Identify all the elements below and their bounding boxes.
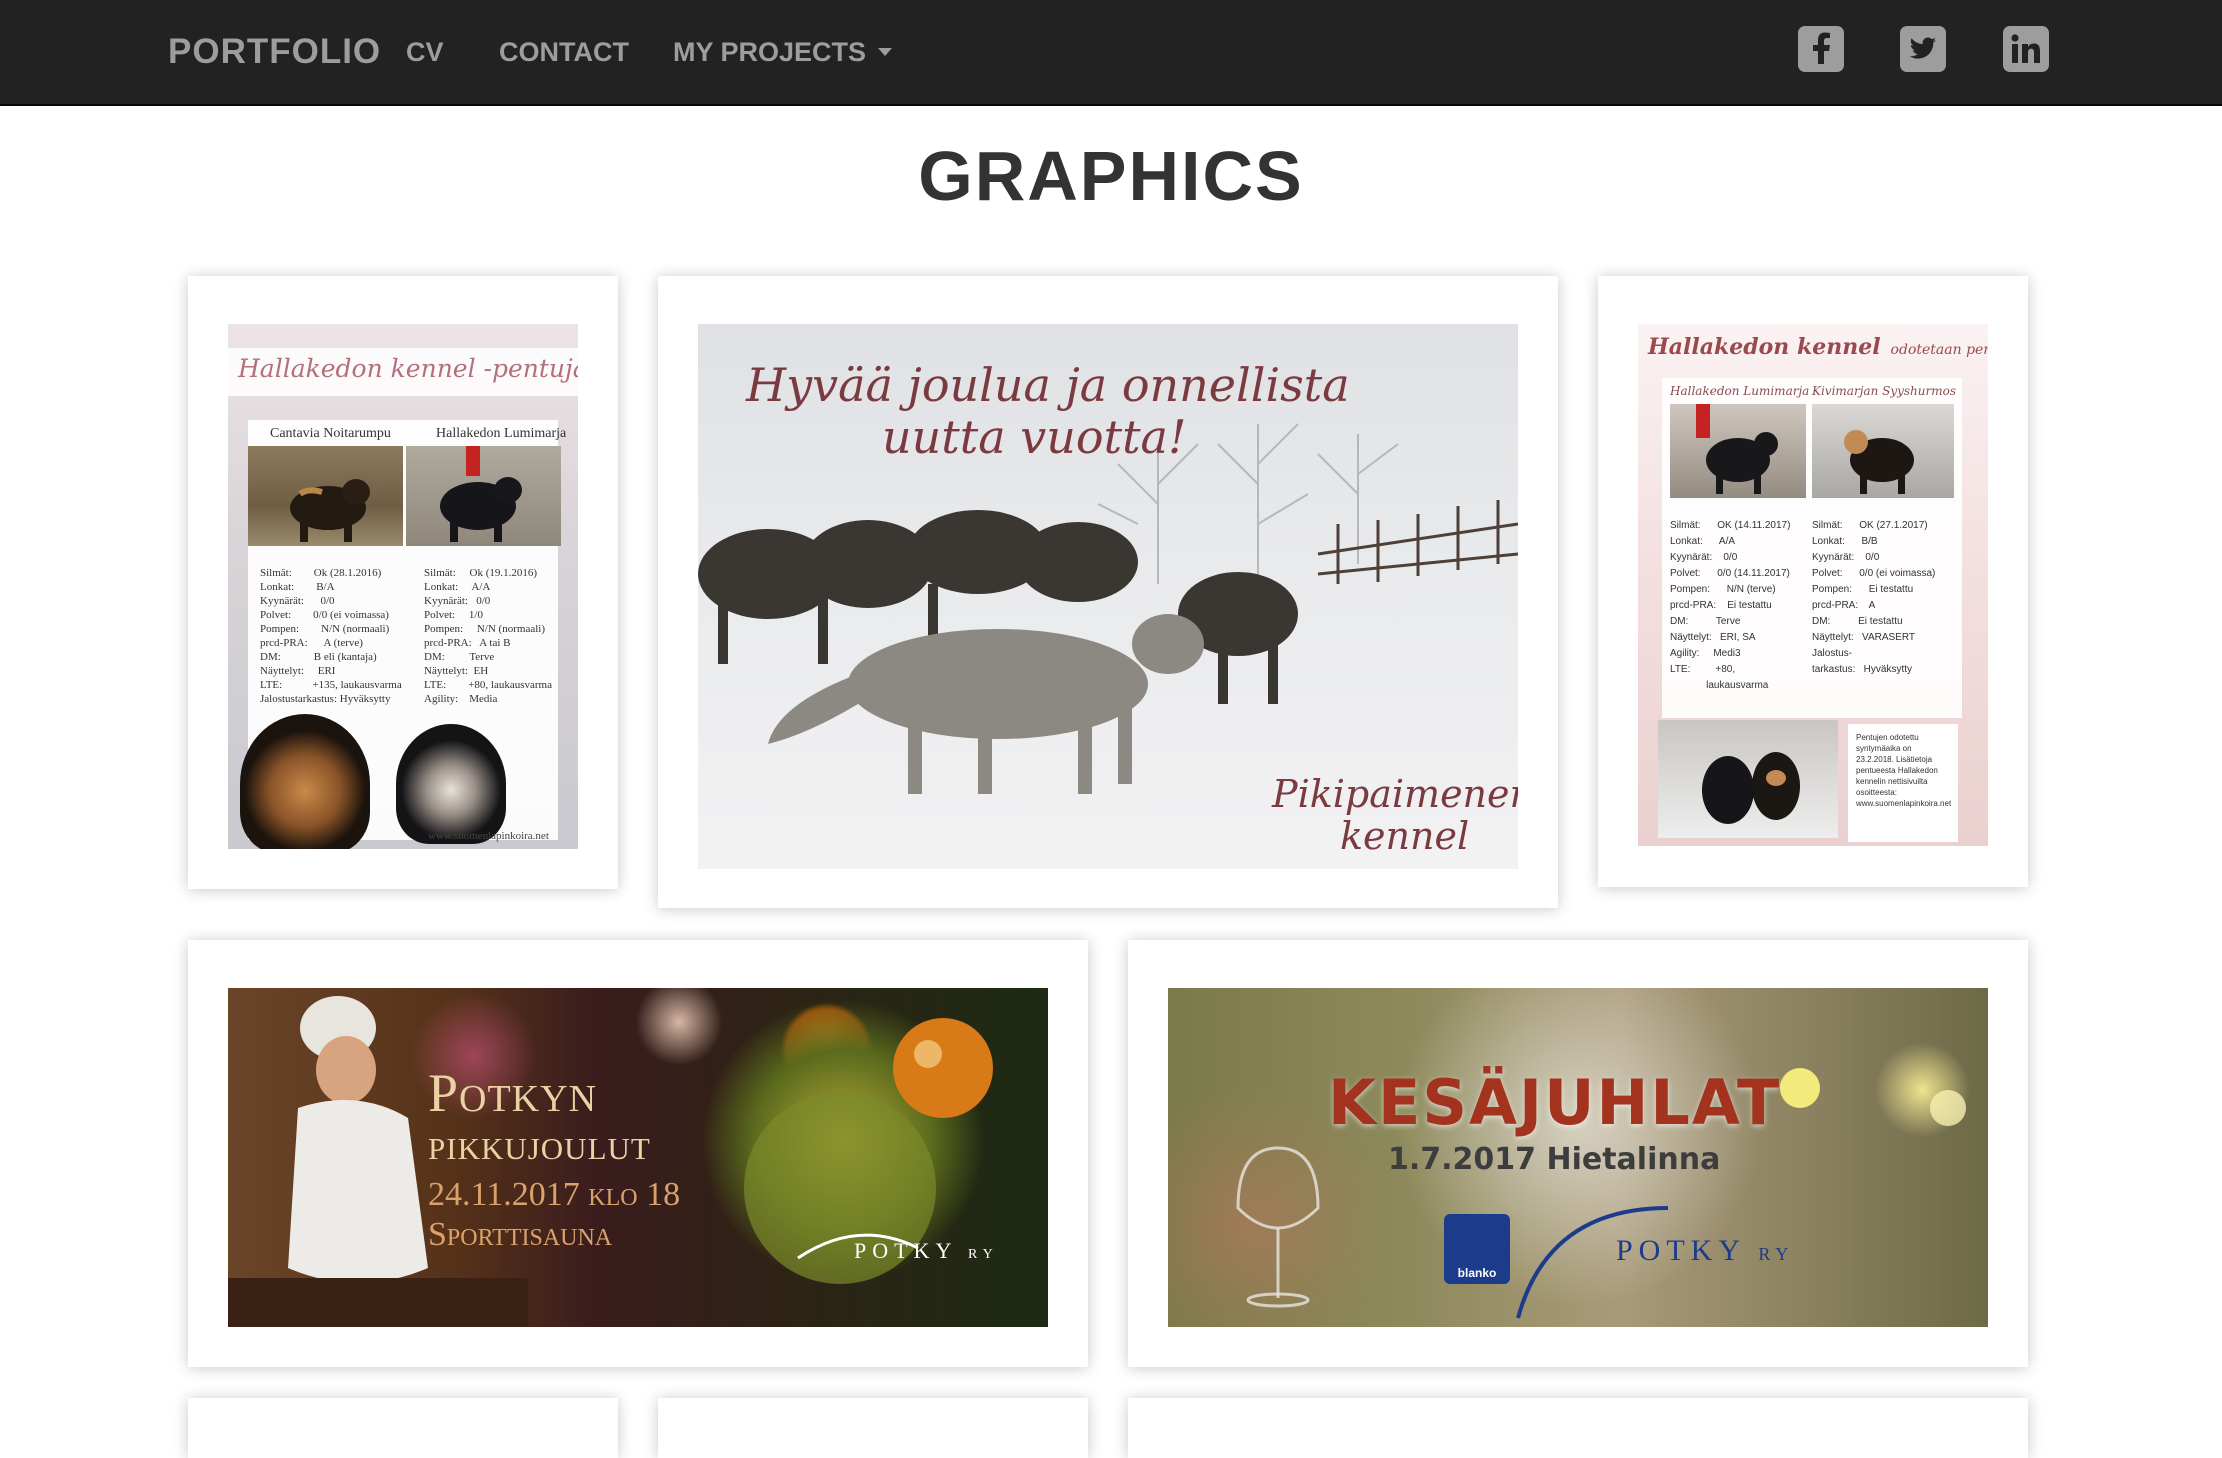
kennel-poster-image: Hallakedon kennel -pentuja suunnitteilla…	[228, 324, 578, 849]
poster-footer-url: www.suomenlapinkoira.net	[428, 830, 549, 842]
kesajuhlat-title: KESÄJUHLAT	[1328, 1066, 1782, 1139]
nav-link-my-projects-label: MY PROJECTS	[673, 37, 867, 67]
page-title: GRAPHICS	[918, 137, 1304, 215]
dog-photo-right	[406, 446, 561, 546]
litter-photo-bottom	[1658, 720, 1838, 838]
dog-info-right: Silmät: Ok (19.1.2016) Lonkat: A/A Kyynä…	[424, 567, 552, 705]
litter-photo-left	[1670, 404, 1806, 498]
gallery-card-kennel-poster[interactable]: Hallakedon kennel -pentuja suunnitteilla…	[188, 276, 618, 889]
dog-info-left: Silmät: Ok (28.1.2016) Lonkat: B/A Kyynä…	[260, 567, 402, 705]
litter-info-panel: Hallakedon Lumimarja Kivimarjan Syyshurm…	[1662, 378, 1962, 718]
dog-portrait-right	[396, 724, 506, 844]
christmas-signature-line1: Pikipaimenen	[1272, 772, 1518, 816]
potky-logo-name-2: POTKY	[1616, 1234, 1745, 1267]
gallery-card-next-1[interactable]	[188, 1398, 618, 1458]
litter-poster-subtitle: odotetaan pentuja	[1890, 342, 1988, 358]
gallery-card-pikkujoulut[interactable]: Potkyn pikkujoulut 24.11.2017 klo 18 Spo…	[188, 940, 1088, 1367]
pikkujoulut-place: Sporttisauna	[428, 1216, 613, 1253]
litter-dog-name-right: Kivimarjan Syyshurmos	[1812, 384, 1956, 398]
litter-poster-title: Hallakedon kennel	[1648, 334, 1881, 360]
christmas-greeting-line1: Hyvää joulua ja onnellista	[746, 358, 1350, 412]
christmas-greeting-line2: uutta vuotta!	[882, 410, 1187, 464]
pikkujoulut-banner-image: Potkyn pikkujoulut 24.11.2017 klo 18 Spo…	[228, 988, 1048, 1327]
blanko-logo: blanko	[1444, 1214, 1510, 1284]
top-navbar: PORTFOLIO CV CONTACT MY PROJECTS	[0, 0, 2222, 106]
litter-photo-right	[1812, 404, 1954, 498]
pikkujoulut-title-line1: Potkyn	[428, 1063, 598, 1123]
dog-photo-left	[248, 446, 403, 546]
gallery-card-kesajuhlat[interactable]: KESÄJUHLAT 1.7.2017 Hietalinna blanko PO…	[1128, 940, 2028, 1367]
poster-header: Hallakedon kennel -pentuja suunnitteilla	[228, 348, 578, 396]
pikkujoulut-title-line2: pikkujoulut	[428, 1120, 651, 1169]
gallery-card-next-2[interactable]	[658, 1398, 1088, 1458]
gallery-card-next-3[interactable]	[1128, 1398, 2028, 1458]
pikkujoulut-date: 24.11.2017 klo 18	[428, 1176, 681, 1213]
litter-dog-name-left: Hallakedon Lumimarja	[1670, 384, 1810, 398]
nav-link-my-projects-dropdown[interactable]: MY PROJECTS	[673, 0, 893, 104]
potky-logo-text-2: POTKY RY	[1616, 1234, 1794, 1268]
potky-logo-suffix: RY	[968, 1247, 999, 1262]
dog-name-left: Cantavia Noitarumpu	[270, 426, 391, 441]
christmas-card-image: Hyvää joulua ja onnellista uutta vuotta!…	[698, 324, 1518, 869]
kesajuhlat-banner-image: KESÄJUHLAT 1.7.2017 Hietalinna blanko PO…	[1168, 988, 1988, 1327]
nav-link-cv[interactable]: CV	[406, 0, 444, 104]
gallery-card-christmas[interactable]: Hyvää joulua ja onnellista uutta vuotta!…	[658, 276, 1558, 908]
caret-down-icon	[878, 47, 893, 56]
blanko-logo-text: blanko	[1457, 1266, 1497, 1280]
gallery-card-litter-poster[interactable]: Hallakedon kennel odotetaan pentuja Halla…	[1598, 276, 2028, 887]
potky-logo-suffix-2: RY	[1758, 1244, 1795, 1264]
linkedin-icon[interactable]	[2003, 26, 2049, 72]
nav-link-contact[interactable]: CONTACT	[499, 0, 629, 104]
litter-poster-image: Hallakedon kennel odotetaan pentuja Halla…	[1638, 324, 1988, 846]
brand-link[interactable]: PORTFOLIO	[168, 0, 381, 104]
facebook-icon[interactable]	[1798, 26, 1844, 72]
potky-logo-name: POTKY	[854, 1238, 957, 1263]
litter-note: Pentujen odotettu syntymäaika on 23.2.20…	[1848, 724, 1958, 842]
kesajuhlat-date: 1.7.2017 Hietalinna	[1388, 1142, 1721, 1177]
poster-heading: Hallakedon kennel -pentuja suunnitteilla	[238, 354, 578, 383]
potky-logo-text: POTKY RY	[854, 1238, 999, 1264]
litter-info-right: Silmät: OK (27.1.2017) Lonkat: B/B Kyynä…	[1812, 520, 1936, 675]
litter-info-left: Silmät: OK (14.11.2017) Lonkat: A/A Kyyn…	[1670, 520, 1791, 691]
litter-poster-heading: Hallakedon kennel odotetaan pentuja	[1648, 334, 1988, 360]
twitter-icon[interactable]	[1900, 26, 1946, 72]
christmas-signature-line2: kennel	[1340, 814, 1470, 858]
dog-portrait-left	[240, 714, 370, 849]
dog-name-right: Hallakedon Lumimarja	[436, 426, 567, 441]
